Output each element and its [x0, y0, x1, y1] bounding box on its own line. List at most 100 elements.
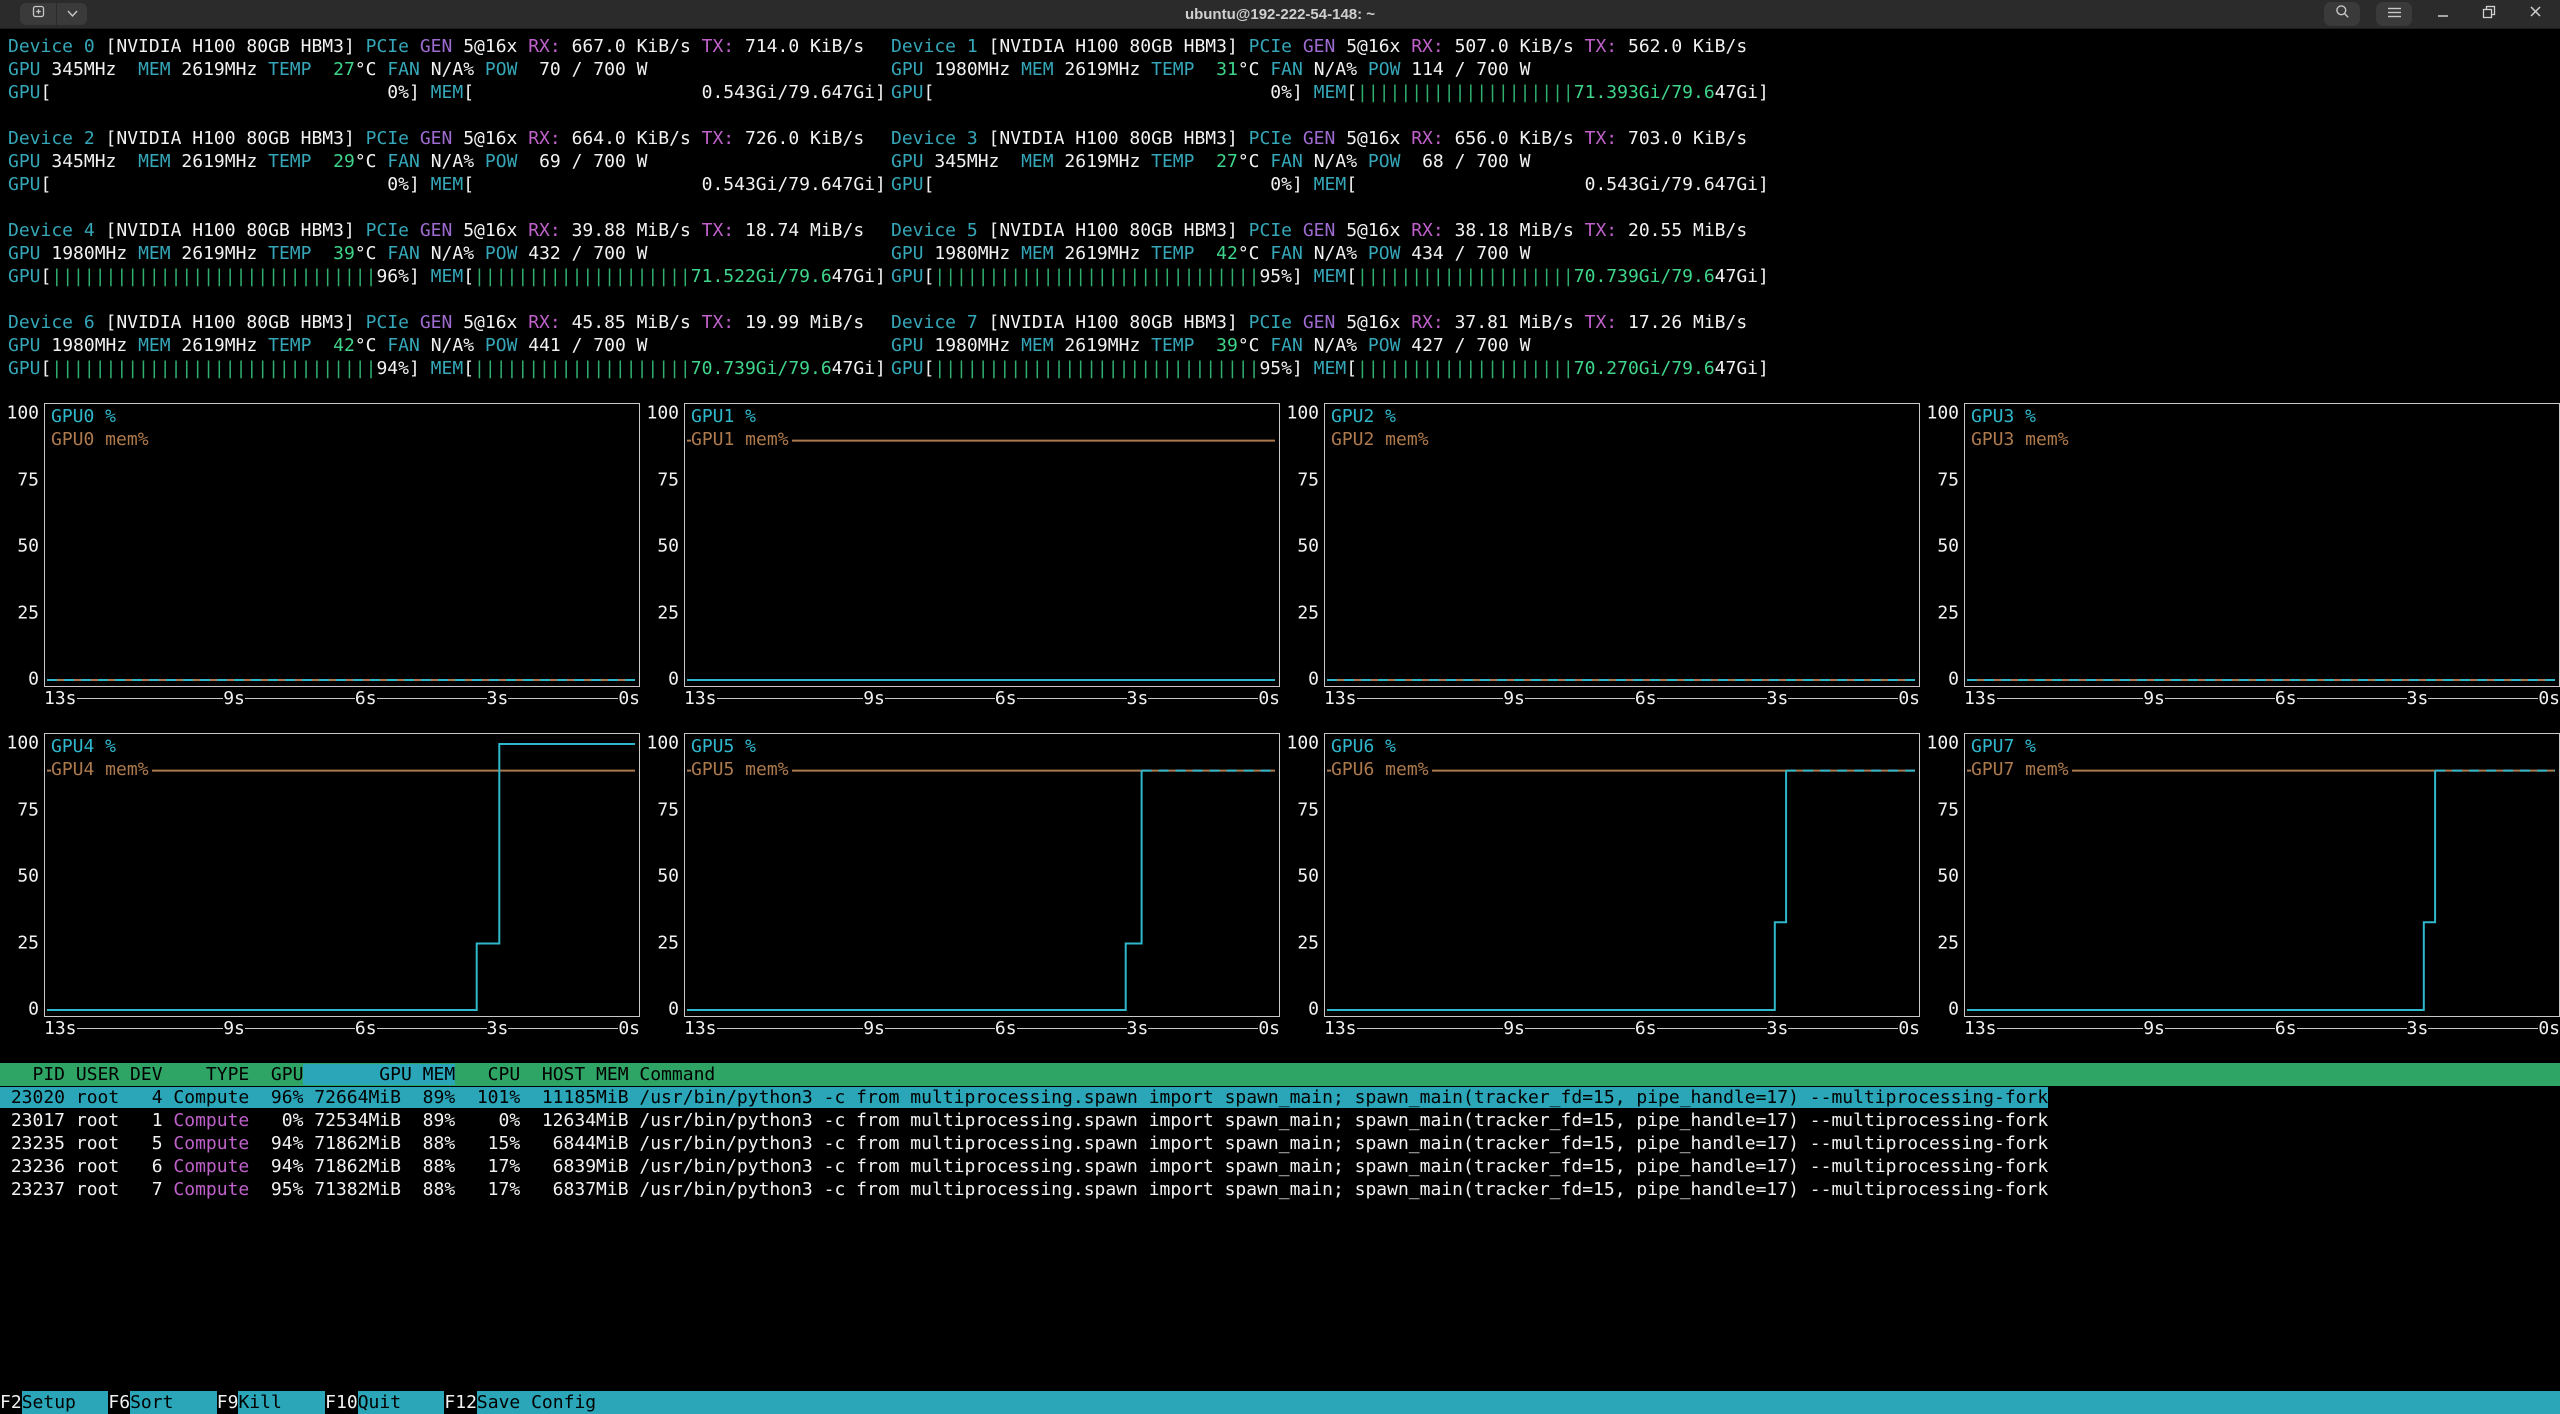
menu-button[interactable] [2376, 2, 2412, 26]
process-ids: 23236 root 6 [0, 1156, 173, 1177]
text-span: ] [1292, 266, 1314, 287]
rx-rate: 656.0 KiB/s [1455, 128, 1585, 149]
device-bars-line: GPU[||||||||||||||||||||||||||||||96%] M… [8, 265, 891, 288]
legend-gpu-label: GPU0 % [51, 405, 149, 428]
text-span: FAN [1270, 59, 1313, 80]
sort-column-gpu-mem[interactable]: GPU MEM [303, 1064, 455, 1085]
x-tick-label: 6s [1635, 1017, 1657, 1040]
maximize-button[interactable] [2474, 2, 2504, 26]
y-tick-label: 25 [1297, 931, 1319, 954]
gpu-6-chart: 1007550250GPU6 %GPU6 mem%13s9s6s3s0s [1280, 733, 1920, 1039]
process-row-23017[interactable]: 23017 root 1 Compute 0% 72534MiB 89% 0% … [0, 1109, 2560, 1132]
axis-line [77, 698, 224, 699]
y-tick-label: 75 [17, 798, 39, 821]
minimize-icon [2437, 5, 2450, 23]
fan-value: N/A% [431, 151, 485, 172]
device-model: [NVIDIA H100 80GB HBM3] [106, 312, 366, 333]
fkey-kill-button[interactable]: Kill [238, 1391, 325, 1414]
axis-line [1148, 1028, 1258, 1029]
axis-line [885, 1028, 995, 1029]
device-bars-line: GPU[ 0%] MEM[ 0.543Gi/79.647Gi] [8, 81, 891, 104]
x-tick-label: 6s [355, 1017, 377, 1040]
x-axis: 13s9s6s3s0s [1324, 1017, 1920, 1039]
gpu-percent: 0% [934, 174, 1292, 195]
close-button[interactable] [2520, 2, 2550, 26]
text-span: GEN [1303, 312, 1346, 333]
legend-mem-label: GPU6 mem% [1331, 758, 1429, 781]
axis-line [717, 1028, 864, 1029]
tab-list-button[interactable] [57, 3, 87, 25]
fan-value: N/A% [1314, 151, 1368, 172]
temp-value: 27 [1205, 151, 1238, 172]
y-tick-label: 100 [646, 732, 679, 755]
axis-line [1017, 1028, 1127, 1029]
process-row-23236[interactable]: 23236 root 6 Compute 94% 71862MiB 88% 17… [0, 1155, 2560, 1178]
text-span: °C [1238, 335, 1271, 356]
tx-rate: 20.55 MiB/s [1628, 220, 1747, 241]
x-tick-label: 13s [1324, 687, 1357, 710]
chart-plot-area: GPU6 %GPU6 mem% [1324, 733, 1920, 1017]
x-tick-label: 9s [863, 687, 885, 710]
text-span: GEN [420, 128, 463, 149]
device-clock-line: GPU 345MHz MEM 2619MHz TEMP 27°C FAN N/A… [891, 150, 1774, 173]
x-tick-label: 9s [2143, 1017, 2165, 1040]
device-bars-line: GPU[ 0%] MEM[||||||||||||||||||||71.393G… [891, 81, 1774, 104]
process-row-23020[interactable]: 23020 root 4 Compute 96% 72664MiB 89% 10… [0, 1086, 2560, 1109]
mem-bar: |||||||||||||||||||| [1357, 358, 1574, 379]
process-row-23235[interactable]: 23235 root 5 Compute 94% 71862MiB 88% 15… [0, 1132, 2560, 1155]
rx-rate: 38.18 MiB/s [1455, 220, 1585, 241]
header-left-columns: PID USER DEV TYPE GPU [0, 1064, 303, 1085]
text-span: RX: [528, 312, 571, 333]
text-span: TX: [702, 312, 745, 333]
y-axis-labels: 1007550250 [1920, 733, 1964, 1017]
y-axis-labels: 1007550250 [1280, 403, 1324, 687]
process-row-23237[interactable]: 23237 root 7 Compute 95% 71382MiB 88% 17… [0, 1178, 2560, 1201]
gpu-percent: 95% [1259, 266, 1292, 287]
mem-usage: 70.739Gi/79.6 [1574, 266, 1715, 287]
text-span: FAN [387, 243, 430, 264]
device-bars-line: GPU[ 0%] MEM[ 0.543Gi/79.647Gi] [891, 173, 1774, 196]
x-tick-label: 3s [487, 687, 509, 710]
x-tick-label: 6s [2275, 687, 2297, 710]
device-info-line: Device 4 [NVIDIA H100 80GB HBM3] PCIe GE… [8, 219, 891, 242]
text-span: [ [924, 82, 935, 103]
fkey-quit-button[interactable]: Quit [358, 1391, 445, 1414]
x-tick-label: 0s [2538, 1017, 2560, 1040]
text-span: [ [924, 266, 935, 287]
temp-value: 39 [322, 243, 355, 264]
text-span: GPU [891, 266, 924, 287]
y-tick-label: 100 [646, 402, 679, 425]
new-tab-button[interactable] [20, 3, 56, 25]
fkey-sort-button[interactable]: Sort [130, 1391, 217, 1414]
mem-clock: 2619MHz [1064, 151, 1151, 172]
text-span: [ [41, 266, 52, 287]
text-span: ] [1758, 82, 1769, 103]
minimize-button[interactable] [2428, 2, 2458, 26]
text-span: °C [1238, 151, 1271, 172]
search-button[interactable] [2324, 2, 2360, 26]
text-span: PCIe [366, 36, 420, 57]
mem-usage: 71.522Gi/79.6 [691, 266, 832, 287]
device-stats-panel: Device 0 [NVIDIA H100 80GB HBM3] PCIe GE… [0, 29, 2560, 380]
gpu-bar: |||||||||||||||||||||||||||||| [51, 358, 376, 379]
y-tick-label: 0 [668, 668, 679, 691]
x-axis: 13s9s6s3s0s [1964, 1017, 2560, 1039]
chart-row: 1007550250GPU4 %GPU4 mem%13s9s6s3s0s1007… [0, 733, 2560, 1039]
tx-rate: 562.0 KiB/s [1628, 36, 1747, 57]
y-tick-label: 100 [6, 402, 39, 425]
fkey-save-config-button[interactable]: Save Config [477, 1391, 2560, 1414]
device-info-line: Device 2 [NVIDIA H100 80GB HBM3] PCIe GE… [8, 127, 891, 150]
fkey-setup-button[interactable]: Setup [22, 1391, 109, 1414]
fkey-label-f2: F2 [0, 1391, 22, 1414]
device-model: [NVIDIA H100 80GB HBM3] [989, 312, 1249, 333]
x-tick-label: 9s [223, 687, 245, 710]
chart-row: 1007550250GPU0 %GPU0 mem%13s9s6s3s0s1007… [0, 403, 2560, 709]
axis-line [2165, 1028, 2275, 1029]
x-axis: 13s9s6s3s0s [44, 1017, 640, 1039]
device-info-line: Device 3 [NVIDIA H100 80GB HBM3] PCIe GE… [891, 127, 1774, 150]
chart-legend: GPU2 %GPU2 mem% [1331, 405, 1432, 451]
chart-plot-area: GPU2 %GPU2 mem% [1324, 403, 1920, 687]
text-span: GPU [8, 358, 41, 379]
text-span: [ [1346, 82, 1357, 103]
text-span: ] [1758, 174, 1769, 195]
